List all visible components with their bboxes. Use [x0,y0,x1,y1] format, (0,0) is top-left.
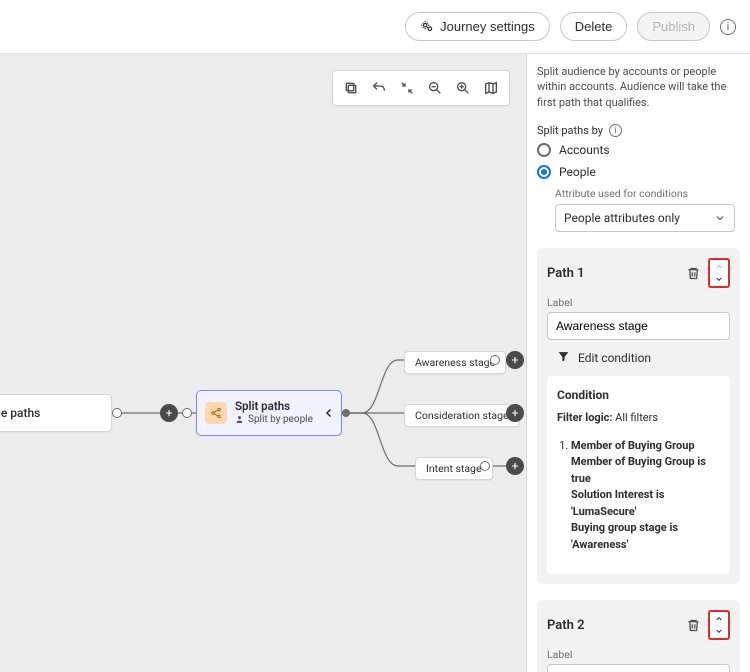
attribute-label: Attribute used for conditions [555,187,740,200]
radio-accounts-label: Accounts [559,143,610,157]
cond-line: Member of Buying Group [571,439,695,452]
path-card-2: Path 2 Label [537,600,740,672]
radio-icon [537,143,551,157]
split-paths-node[interactable]: Split paths Split by people [196,390,342,436]
chevron-down-icon [714,212,726,224]
delete-label: Delete [575,19,613,34]
attribute-select[interactable]: People attributes only [555,204,735,232]
split-node-title: Split paths [235,400,313,414]
edit-condition-button[interactable]: Edit condition [557,350,730,366]
move-up-button[interactable] [710,613,728,625]
add-after-branch-button[interactable]: + [506,457,524,475]
publish-button: Publish [637,12,710,41]
delete-button[interactable]: Delete [560,12,628,41]
top-toolbar: Journey settings Delete Publish i [0,0,750,54]
filter-icon [557,350,570,366]
condition-card: Condition Filter logic: All filters Memb… [547,376,730,574]
trash-icon[interactable] [684,616,702,634]
cond-line: Member of Buying Group is true [571,455,706,485]
journey-canvas[interactable]: Merge paths + Split paths Split by peopl… [0,54,526,672]
path-2-title: Path 2 [547,618,585,633]
cond-line: Solution Interest is 'LumaSecure' [571,488,664,518]
info-icon[interactable]: i [609,124,622,137]
move-up-button [710,261,728,273]
reorder-control [708,610,730,640]
radio-people[interactable]: People [537,165,740,179]
branch-label: Consideration stage [415,409,509,422]
edit-condition-label: Edit condition [578,351,651,365]
side-panel: Split audience by accounts or people wit… [526,54,750,672]
attribute-select-value: People attributes only [564,211,680,225]
trash-icon[interactable] [684,264,702,282]
node-output-port[interactable] [112,408,122,418]
collapse-icon[interactable] [393,75,421,101]
merge-paths-label: Merge paths [0,406,40,420]
zoom-in-icon[interactable] [449,75,477,101]
radio-icon [537,165,551,179]
node-input-port[interactable] [182,408,192,418]
journey-settings-button[interactable]: Journey settings [405,12,550,41]
path-2-label-label: Label [547,648,730,661]
share-icon [205,402,227,424]
branch-label: Intent stage [426,462,482,475]
add-node-button[interactable]: + [160,404,178,422]
split-by-label: Split paths by i [537,124,740,137]
path-1-title: Path 1 [547,266,585,281]
copy-icon[interactable] [337,75,365,101]
add-after-branch-button[interactable]: + [506,404,524,422]
move-down-button[interactable] [710,273,728,285]
path-card-1: Path 1 Label [537,248,740,584]
split-output-port [342,409,350,417]
undo-icon[interactable] [365,75,393,101]
split-node-subtitle: Split by people [248,414,313,426]
radio-people-label: People [559,165,596,179]
person-icon [235,415,244,424]
add-after-branch-button[interactable]: + [506,351,524,369]
reorder-control [708,258,730,288]
branch-port[interactable] [490,355,500,365]
move-down-button[interactable] [710,625,728,637]
zoom-out-icon[interactable] [421,75,449,101]
branch-consideration[interactable]: Consideration stage [404,404,520,427]
branch-port[interactable] [480,461,490,471]
publish-label: Publish [652,19,695,34]
canvas-toolbar [332,70,510,106]
map-icon[interactable] [477,75,505,101]
condition-title: Condition [557,386,720,404]
info-icon[interactable]: i [720,19,736,35]
path-1-label-input[interactable] [547,312,730,340]
radio-accounts[interactable]: Accounts [537,143,740,157]
chevron-left-icon [323,405,335,425]
merge-paths-node[interactable]: Merge paths [0,394,112,432]
path-1-label-label: Label [547,296,730,309]
cond-line: Buying group stage is 'Awareness' [571,521,678,551]
path-2-label-input[interactable] [547,664,730,672]
panel-description: Split audience by accounts or people wit… [537,64,740,110]
filter-logic-value: All filters [615,411,658,424]
gear-icon [420,20,434,34]
journey-settings-label: Journey settings [440,19,535,34]
branch-label: Awareness stage [415,356,495,369]
filter-logic-label: Filter logic: [557,411,612,424]
